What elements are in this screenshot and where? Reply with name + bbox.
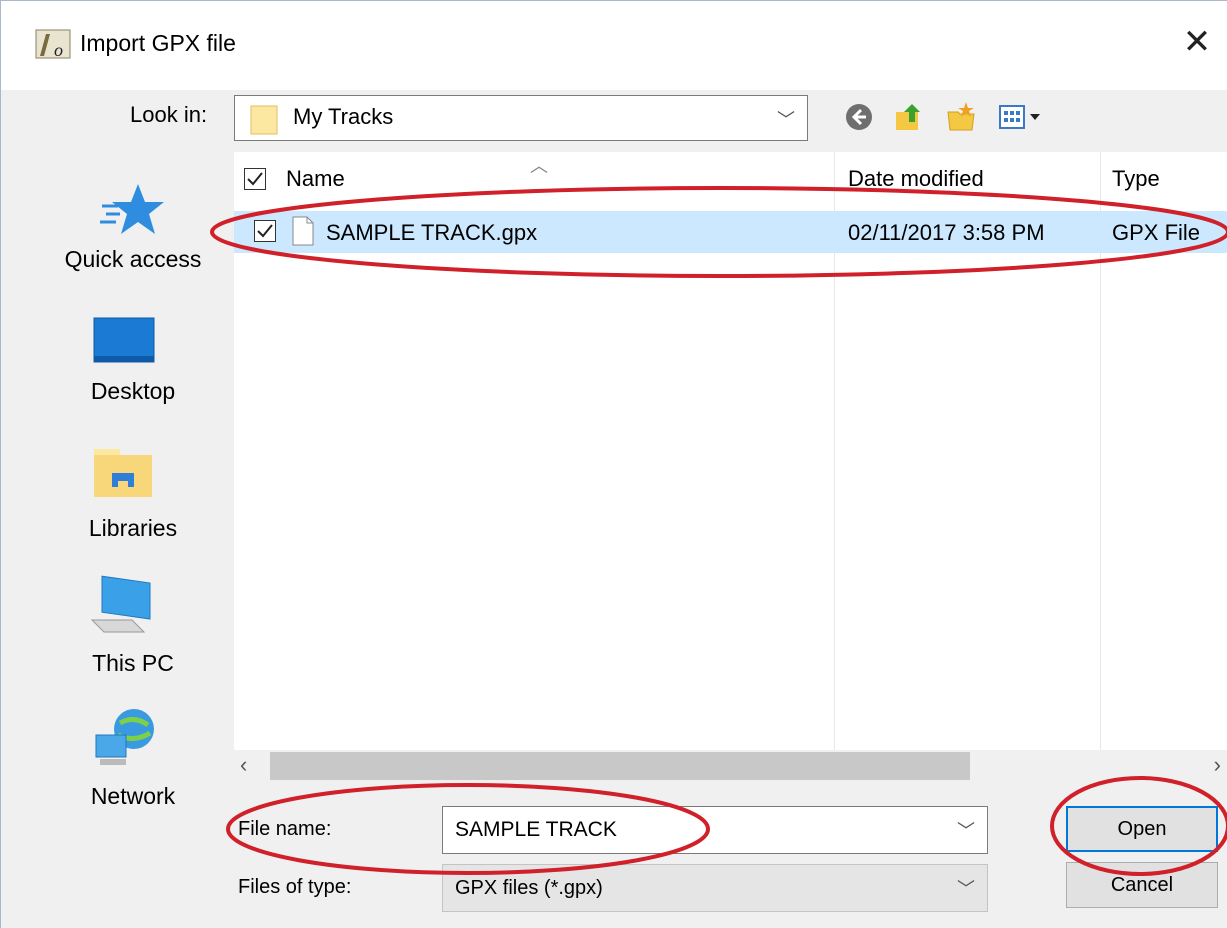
file-type-label: Files of type: xyxy=(238,876,352,898)
file-type-select[interactable]: GPX files (*.gpx) ﹀ xyxy=(442,864,988,912)
up-folder-icon[interactable] xyxy=(892,100,926,134)
file-name-label: File name: xyxy=(238,818,332,840)
place-this-pc[interactable]: This PC xyxy=(34,570,232,690)
file-icon xyxy=(292,216,314,246)
place-label: Desktop xyxy=(90,378,176,404)
file-name-input[interactable]: SAMPLE TRACK ﹀ xyxy=(442,806,988,854)
column-header-type[interactable]: Type xyxy=(1112,166,1160,192)
place-label: Network xyxy=(90,783,176,809)
checkmark-icon xyxy=(257,224,273,238)
look-in-label: Look in: xyxy=(130,102,208,127)
column-header-name[interactable]: Name xyxy=(286,166,345,192)
place-label: Quick access xyxy=(64,246,202,272)
desktop-icon xyxy=(93,317,155,363)
cancel-button[interactable]: Cancel xyxy=(1066,862,1218,908)
open-button[interactable]: Open xyxy=(1066,806,1218,852)
select-all-checkbox[interactable] xyxy=(244,168,266,190)
file-type-value: GPX files (*.gpx) xyxy=(455,877,603,899)
place-desktop[interactable]: Desktop xyxy=(34,300,232,420)
sort-ascending-icon: ︿ xyxy=(530,156,548,176)
network-icon xyxy=(95,709,154,765)
star-icon xyxy=(100,184,164,234)
look-in-value: My Tracks xyxy=(293,104,394,129)
new-folder-icon[interactable] xyxy=(944,100,978,134)
horizontal-scrollbar[interactable]: ‹ › xyxy=(234,750,1227,784)
svg-text:o: o xyxy=(54,40,63,60)
checkmark-icon xyxy=(247,172,263,186)
scroll-left-icon[interactable]: ‹ xyxy=(240,752,247,778)
chevron-down-icon[interactable]: ﹀ xyxy=(957,817,975,843)
look-in-combo[interactable]: My Tracks ﹀ xyxy=(234,95,808,141)
file-row[interactable]: SAMPLE TRACK.gpx 02/11/2017 3:58 PM GPX … xyxy=(234,211,1227,253)
window-title: Import GPX file xyxy=(80,30,236,56)
title-bar: o Import GPX file ✕ xyxy=(0,0,1227,90)
place-quick-access[interactable]: Quick access xyxy=(34,150,232,280)
file-name: SAMPLE TRACK.gpx xyxy=(326,220,538,245)
file-date-modified: 02/11/2017 3:58 PM xyxy=(848,220,1045,245)
folder-icon xyxy=(250,105,278,135)
chevron-down-icon[interactable]: ﹀ xyxy=(777,106,795,132)
scroll-right-icon[interactable]: › xyxy=(1214,752,1221,778)
place-label: This PC xyxy=(92,650,174,676)
view-menu-icon[interactable] xyxy=(996,100,1052,134)
app-icon: o xyxy=(35,29,71,60)
place-label: Libraries xyxy=(88,515,178,541)
place-network[interactable]: Network xyxy=(34,705,232,825)
file-type: GPX File xyxy=(1112,220,1201,245)
places-bar: Quick access Desktop Libraries This PC N… xyxy=(34,150,232,830)
file-list[interactable]: ︿ Name Date modified Type SAMPLE TRACK.g… xyxy=(234,152,1227,752)
back-icon[interactable] xyxy=(842,100,876,134)
close-icon[interactable]: ✕ xyxy=(1177,22,1217,62)
chevron-down-icon[interactable]: ﹀ xyxy=(957,875,975,901)
column-header-date[interactable]: Date modified xyxy=(848,166,984,192)
place-libraries[interactable]: Libraries xyxy=(34,435,232,555)
row-checkbox[interactable] xyxy=(254,220,276,242)
scroll-thumb[interactable] xyxy=(270,752,970,780)
computer-icon xyxy=(90,575,151,633)
libraries-icon xyxy=(94,449,152,497)
file-name-value: SAMPLE TRACK xyxy=(455,818,617,841)
